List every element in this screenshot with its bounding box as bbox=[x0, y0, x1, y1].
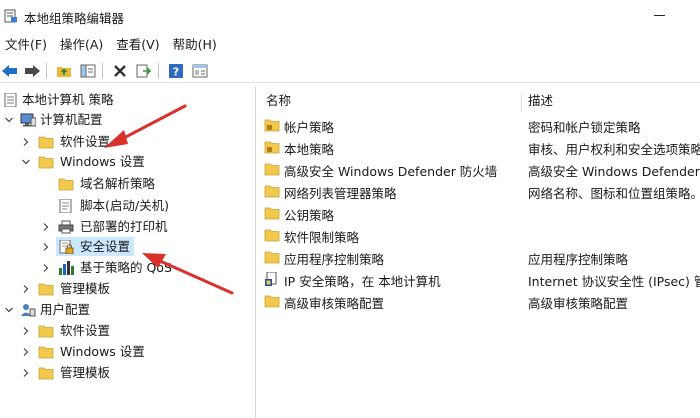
chevron-right-icon[interactable] bbox=[41, 222, 51, 232]
tree-item-label: 软件设置 bbox=[60, 323, 111, 338]
up-folder-icon[interactable] bbox=[54, 61, 74, 81]
list-item[interactable]: 软件限制策略 bbox=[258, 224, 700, 246]
tree-item-label: 用户配置 bbox=[40, 302, 91, 317]
chevron-down-icon[interactable] bbox=[21, 157, 31, 167]
back-arrow-icon[interactable] bbox=[0, 61, 20, 81]
list-item[interactable]: 高级安全 Windows Defender 防火墙 高级安全 Windows D… bbox=[258, 158, 700, 180]
folder-icon bbox=[264, 229, 280, 242]
tree-item-label: 计算机配置 bbox=[40, 112, 103, 127]
chevron-right-icon[interactable] bbox=[41, 242, 51, 252]
ip-security-icon bbox=[265, 272, 277, 286]
folder-icon bbox=[58, 178, 74, 191]
list-item-description: 审核、用户权利和安全选项策略 bbox=[528, 142, 700, 157]
script-icon bbox=[59, 199, 72, 213]
list-item-name: 软件限制策略 bbox=[284, 230, 360, 245]
list-item-name: 帐户策略 bbox=[284, 120, 335, 135]
security-icon bbox=[59, 240, 74, 254]
title-bar: 本地组策略编辑器 bbox=[0, 0, 700, 32]
list-item[interactable]: IP 安全策略，在 本地计算机 Internet 协议安全性 (IPsec) 管… bbox=[258, 268, 700, 290]
chevron-right-icon[interactable] bbox=[21, 368, 31, 378]
list-item-name: 网络列表管理器策略 bbox=[284, 186, 397, 201]
folder-icon bbox=[264, 163, 280, 176]
menu-file[interactable]: 文件(F) bbox=[0, 35, 55, 55]
menu-action[interactable]: 操作(A) bbox=[55, 35, 111, 55]
list-item-name: 高级安全 Windows Defender 防火墙 bbox=[284, 164, 498, 179]
computer-icon bbox=[20, 113, 36, 127]
list-item[interactable]: 网络列表管理器策略 网络名称、图标和位置组策略。 bbox=[258, 180, 700, 202]
column-header-description[interactable]: 描述 bbox=[528, 90, 553, 112]
tree-item-label: 已部署的打印机 bbox=[80, 219, 168, 234]
list-item[interactable]: 帐户策略 密码和帐户锁定策略 bbox=[258, 114, 700, 136]
properties-icon[interactable] bbox=[190, 61, 210, 81]
folder-icon bbox=[38, 136, 54, 149]
list-item-description: 高级审核策略配置 bbox=[528, 296, 629, 311]
tree-item-label: 基于策略的 QoS bbox=[80, 260, 172, 275]
list-item-description: 应用程序控制策略 bbox=[528, 252, 629, 267]
folder-icon bbox=[264, 185, 280, 198]
chevron-right-icon[interactable] bbox=[21, 326, 31, 336]
tree-item-label: 软件设置 bbox=[60, 134, 111, 149]
forward-arrow-icon[interactable] bbox=[22, 61, 42, 81]
chevron-right-icon[interactable] bbox=[21, 137, 31, 147]
column-header-name[interactable]: 名称 bbox=[266, 90, 291, 112]
tree-item-label: 安全设置 bbox=[80, 239, 131, 254]
tree-item-label: Windows 设置 bbox=[60, 154, 145, 169]
chevron-down-icon[interactable] bbox=[4, 115, 14, 125]
list-item-description: Internet 协议安全性 (IPsec) 管理 bbox=[528, 274, 700, 289]
help-icon[interactable]: ? bbox=[166, 61, 186, 81]
folder-icon bbox=[38, 367, 54, 380]
list-item-name: 本地策略 bbox=[284, 142, 335, 157]
folder-lock-icon bbox=[264, 141, 280, 154]
folder-icon bbox=[264, 207, 280, 220]
menu-view[interactable]: 查看(V) bbox=[111, 35, 167, 55]
folder-icon bbox=[38, 156, 54, 169]
list-item-description: 高级安全 Windows Defender 防火墙 bbox=[528, 164, 700, 179]
details-pane: 名称 描述 帐户策略 密码和帐户锁定策略 本地策略 审核、用户权利和安全选项策略… bbox=[258, 86, 700, 418]
list-item-name: IP 安全策略，在 本地计算机 bbox=[284, 274, 441, 289]
list-item[interactable]: 高级审核策略配置 高级审核策略配置 bbox=[258, 290, 700, 312]
list-item[interactable]: 公钥策略 bbox=[258, 202, 700, 224]
chevron-right-icon[interactable] bbox=[21, 284, 31, 294]
column-separator[interactable] bbox=[521, 94, 522, 112]
folder-icon bbox=[38, 346, 54, 359]
user-icon bbox=[21, 304, 36, 317]
list-item-name: 公钥策略 bbox=[284, 208, 335, 223]
list-item-name: 高级审核策略配置 bbox=[284, 296, 385, 311]
delete-icon[interactable] bbox=[110, 61, 130, 81]
show-hide-tree-icon[interactable] bbox=[78, 61, 98, 81]
list-item[interactable]: 应用程序控制策略 应用程序控制策略 bbox=[258, 246, 700, 268]
window-title: 本地组策略编辑器 bbox=[24, 11, 125, 26]
tree-item-label: 管理模板 bbox=[60, 365, 111, 380]
tree-pane: 本地计算机 策略 计算机配置 软件设置 Windows 设置 域名解析策略 脚本… bbox=[0, 86, 256, 418]
printer-icon bbox=[58, 220, 74, 234]
chevron-right-icon[interactable] bbox=[41, 263, 51, 273]
list-item-description: 密码和帐户锁定策略 bbox=[528, 120, 641, 135]
minimize-button[interactable] bbox=[654, 15, 665, 16]
toolbar: ? bbox=[0, 59, 700, 83]
list-item[interactable]: 本地策略 审核、用户权利和安全选项策略 bbox=[258, 136, 700, 158]
export-list-icon[interactable] bbox=[134, 61, 154, 81]
tree-item-label: 管理模板 bbox=[60, 281, 111, 296]
tree-item-label: Windows 设置 bbox=[60, 344, 145, 359]
folder-icon bbox=[264, 295, 280, 308]
app-icon bbox=[4, 9, 17, 23]
chevron-right-icon[interactable] bbox=[21, 347, 31, 357]
svg-text:?: ? bbox=[173, 66, 179, 79]
chart-icon bbox=[59, 261, 74, 275]
list-item-name: 应用程序控制策略 bbox=[284, 252, 385, 267]
policy-doc-icon bbox=[4, 93, 17, 107]
folder-lock-icon bbox=[264, 119, 280, 132]
chevron-down-icon[interactable] bbox=[4, 305, 14, 315]
tree-item-label: 本地计算机 策略 bbox=[22, 92, 114, 107]
menu-help[interactable]: 帮助(H) bbox=[168, 35, 225, 55]
tree-item-label: 脚本(启动/关机) bbox=[80, 198, 169, 213]
folder-icon bbox=[38, 283, 54, 296]
folder-icon bbox=[264, 251, 280, 264]
tree-item-label: 域名解析策略 bbox=[80, 176, 156, 191]
list-item-description: 网络名称、图标和位置组策略。 bbox=[528, 186, 700, 201]
folder-icon bbox=[38, 325, 54, 338]
menu-bar: 文件(F) 操作(A) 查看(V) 帮助(H) bbox=[0, 35, 225, 55]
